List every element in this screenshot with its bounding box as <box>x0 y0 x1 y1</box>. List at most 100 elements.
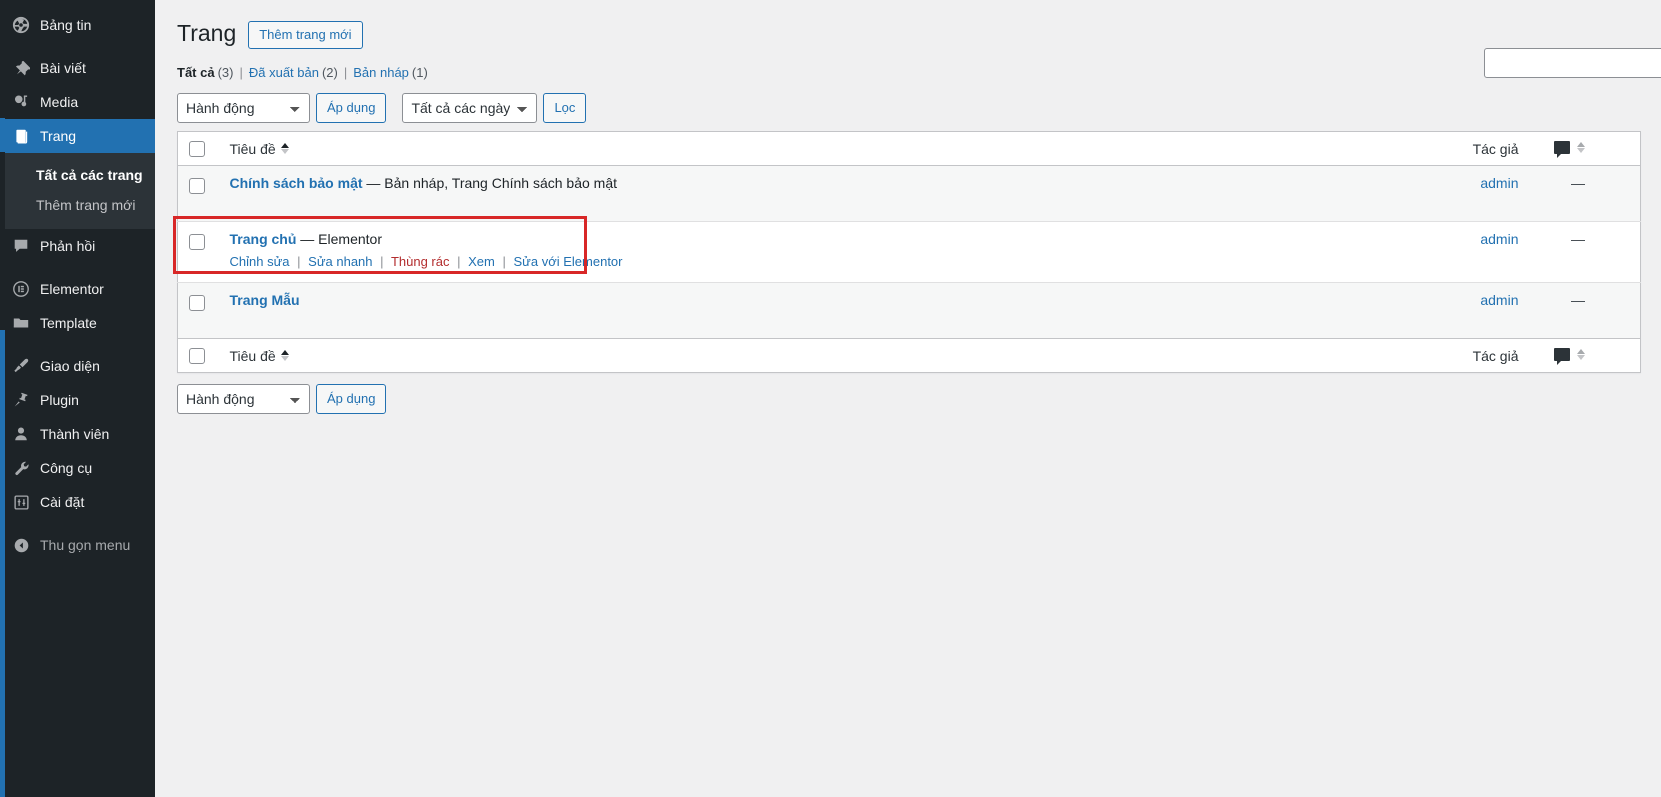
row-author-link[interactable]: admin <box>1480 175 1518 191</box>
row-select-checkbox[interactable] <box>189 178 205 194</box>
row-author-link[interactable]: admin <box>1480 292 1518 308</box>
bulk-action-select-bottom[interactable]: Hành động <box>177 384 310 414</box>
plugin-plug-icon <box>11 390 31 410</box>
view-link-published[interactable]: Đã xuất bản <box>249 65 319 80</box>
row-author-cell: admin <box>1381 282 1541 338</box>
row-post-state: — Bản nháp, Trang Chính sách bảo mật <box>366 175 617 191</box>
pin-icon <box>11 58 31 78</box>
view-link-draft[interactable]: Bản nháp <box>353 65 409 80</box>
wordpress-admin-screen: Bảng tin Bài viết Media Trang Tất cả <box>0 0 1661 797</box>
row-title-cell: Chính sách bảo mật — Bản nháp, Trang Chí… <box>220 166 1381 222</box>
sidebar-item-dashboard[interactable]: Bảng tin <box>0 8 155 42</box>
date-filter-select[interactable]: Tất cả các ngày <box>402 93 537 123</box>
collapse-arrow-icon <box>11 535 31 555</box>
row-actions: Chỉnh sửa | Sửa nhanh | Thùng rác | Xem … <box>230 252 1371 273</box>
page-title: Trang <box>177 19 236 49</box>
wrench-icon <box>11 458 31 478</box>
sidebar-item-settings[interactable]: Cài đặt <box>0 485 155 519</box>
row-comments-count: — <box>1571 231 1585 247</box>
row-checkbox-cell <box>178 222 220 283</box>
content-area: Trang Thêm trang mới Tất cả (3) | Đã xuấ… <box>155 0 1661 797</box>
row-title-link[interactable]: Trang chủ <box>230 231 297 247</box>
sidebar-item-elementor[interactable]: Elementor <box>0 272 155 306</box>
search-box <box>1484 48 1661 78</box>
column-header-title-label: Tiêu đề <box>230 141 276 157</box>
sidebar-item-plugins[interactable]: Plugin <box>0 383 155 417</box>
row-comments-count: — <box>1571 292 1585 308</box>
comment-bubble-icon <box>1554 348 1570 361</box>
submenu-item-add-new-page[interactable]: Thêm trang mới <box>0 190 155 220</box>
sidebar-item-posts[interactable]: Bài viết <box>0 51 155 85</box>
row-title-link[interactable]: Trang Mẫu <box>230 292 300 308</box>
media-icon <box>11 92 31 112</box>
pages-icon <box>11 126 31 146</box>
row-action-quick-edit[interactable]: Sửa nhanh <box>308 254 372 269</box>
sidebar-item-appearance[interactable]: Giao diện <box>0 349 155 383</box>
select-all-checkbox-top[interactable] <box>189 141 205 157</box>
view-count-draft: (1) <box>412 65 428 80</box>
rail-segment-top <box>0 0 5 118</box>
row-title-cell: Trang Mẫu <box>220 282 1381 338</box>
table-head: Tiêu đề Tác giả <box>178 131 1641 165</box>
row-author-cell: admin <box>1381 222 1541 283</box>
add-new-page-button[interactable]: Thêm trang mới <box>248 21 362 50</box>
column-header-title-bottom[interactable]: Tiêu đề <box>220 338 1381 372</box>
sidebar-item-label: Trang <box>40 129 76 143</box>
sort-arrows-icon[interactable] <box>281 350 289 361</box>
admin-sidebar-menu: Bảng tin Bài viết Media Trang Tất cả <box>0 0 155 797</box>
bulk-action-select-top[interactable]: Hành động <box>177 93 310 123</box>
row-author-link[interactable]: admin <box>1480 231 1518 247</box>
sidebar-item-label: Thành viên <box>40 427 109 441</box>
sidebar-item-label: Bảng tin <box>40 18 91 32</box>
sort-arrows-icon[interactable] <box>281 143 289 154</box>
row-action-edit-with-elementor[interactable]: Sửa với Elementor <box>514 254 623 269</box>
sidebar-item-comments[interactable]: Phản hồi <box>0 229 155 263</box>
sidebar-item-users[interactable]: Thành viên <box>0 417 155 451</box>
admin-menu-left-rail[interactable] <box>0 0 5 797</box>
page-title-row: Trang Thêm trang mới <box>177 19 1641 49</box>
row-title-link[interactable]: Chính sách bảo mật <box>230 175 363 191</box>
sort-arrows-icon[interactable] <box>1577 142 1585 153</box>
filter-submit-button[interactable]: Lọc <box>543 93 586 123</box>
sidebar-item-label: Template <box>40 316 97 330</box>
tablenav-top: Hành động Áp dụng Tất cả các ngày Lọc <box>177 93 1641 123</box>
column-header-title-top[interactable]: Tiêu đề <box>220 131 1381 165</box>
column-header-author-bottom: Tác giả <box>1381 338 1541 372</box>
dashboard-icon <box>11 15 31 35</box>
elementor-icon <box>11 279 31 299</box>
row-action-separator: | <box>297 254 300 269</box>
comment-bubble-icon <box>1554 141 1570 154</box>
sidebar-item-pages[interactable]: Trang <box>0 119 155 153</box>
submenu-item-all-pages[interactable]: Tất cả các trang <box>0 160 155 190</box>
select-all-footer <box>178 338 220 372</box>
search-input[interactable] <box>1484 48 1661 78</box>
apply-bulk-action-button-top[interactable]: Áp dụng <box>316 93 386 123</box>
column-header-author-top: Tác giả <box>1381 131 1541 165</box>
sidebar-item-media[interactable]: Media <box>0 85 155 119</box>
sidebar-item-tools[interactable]: Công cụ <box>0 451 155 485</box>
apply-bulk-action-button-bottom[interactable]: Áp dụng <box>316 384 386 414</box>
sidebar-item-collapse-menu[interactable]: Thu gọn menu <box>0 528 155 562</box>
menu-separator <box>0 340 155 349</box>
row-comments-cell: — <box>1541 166 1641 222</box>
sidebar-item-label: Media <box>40 95 78 109</box>
sort-arrows-icon[interactable] <box>1577 349 1585 360</box>
row-checkbox-cell <box>178 282 220 338</box>
row-select-checkbox[interactable] <box>189 295 205 311</box>
view-link-all[interactable]: Tất cả <box>177 65 215 80</box>
column-header-comments-bottom[interactable] <box>1541 338 1641 372</box>
pages-list-table: Tiêu đề Tác giả <box>177 131 1641 373</box>
select-all-checkbox-bottom[interactable] <box>189 348 205 364</box>
view-count-published: (2) <box>322 65 338 80</box>
sidebar-item-template[interactable]: Template <box>0 306 155 340</box>
sidebar-item-label: Phản hồi <box>40 239 95 253</box>
row-comments-count: — <box>1571 175 1585 191</box>
row-select-checkbox[interactable] <box>189 234 205 250</box>
column-header-comments-top[interactable] <box>1541 131 1641 165</box>
folder-icon <box>11 313 31 333</box>
table-row: Trang Mẫu admin — <box>178 282 1641 338</box>
row-action-edit[interactable]: Chỉnh sửa <box>230 254 290 269</box>
status-filter-links: Tất cả (3) | Đã xuất bản (2) | Bản nháp … <box>177 65 1641 80</box>
row-action-trash[interactable]: Thùng rác <box>391 254 450 269</box>
row-action-view[interactable]: Xem <box>468 254 495 269</box>
